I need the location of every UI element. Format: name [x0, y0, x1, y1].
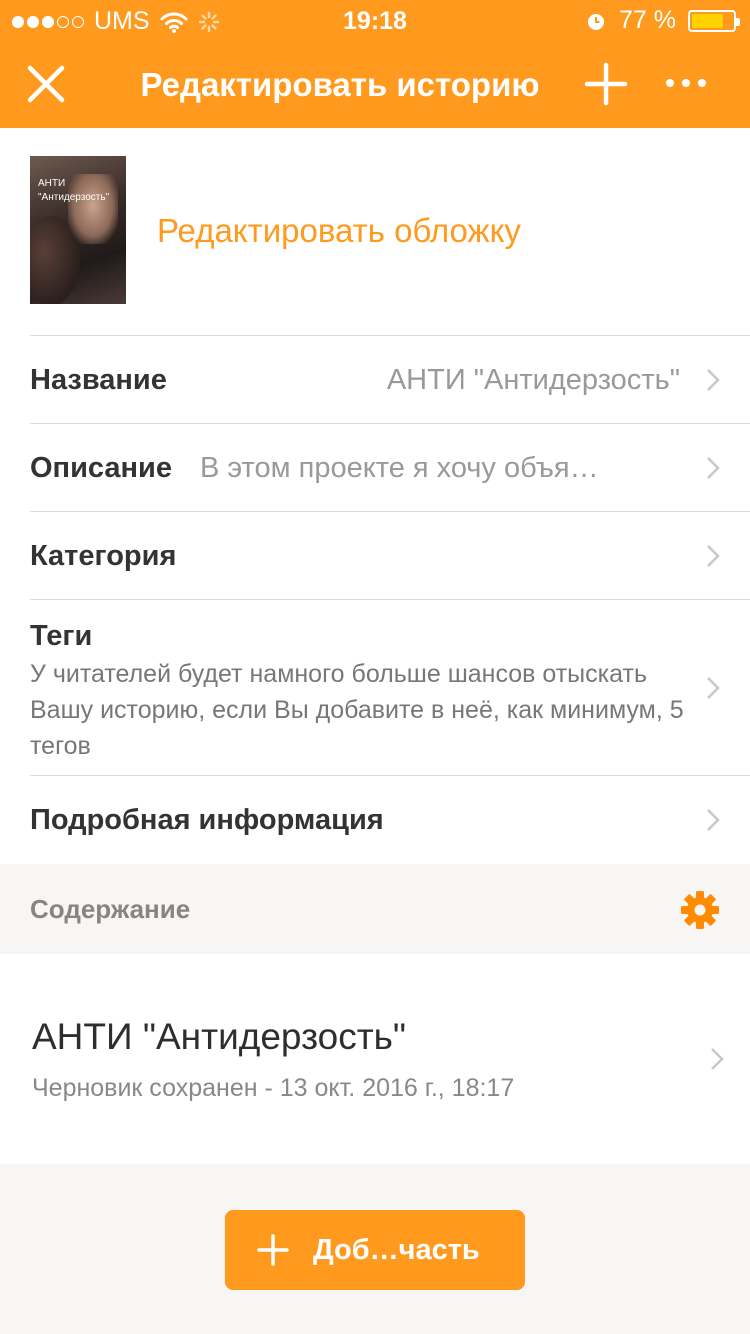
- battery-icon: [688, 9, 740, 32]
- description-value: В этом проекте я хочу объя…: [200, 452, 599, 484]
- part-status: Черновик сохранен - 13 окт. 2016 г., 18:…: [32, 1074, 515, 1102]
- contents-section-label: Содержание: [30, 894, 191, 924]
- part-title: АНТИ "Антидерзость": [32, 1016, 407, 1057]
- story-part-item[interactable]: АНТИ "Антидерзость" Черновик сохранен - …: [0, 954, 750, 1164]
- chevron-right-icon: [711, 1048, 724, 1070]
- edit-cover-link[interactable]: Редактировать обложку: [157, 212, 521, 250]
- cover-row: АНТИ "Антидерзость" Редактировать обложк…: [0, 128, 750, 335]
- gear-icon[interactable]: [680, 890, 720, 930]
- more-icon[interactable]: [664, 76, 708, 90]
- add-part-label: Доб…часть: [313, 1234, 480, 1266]
- details-label: Подробная информация: [30, 804, 384, 836]
- details-row[interactable]: Подробная информация: [30, 775, 750, 864]
- category-row[interactable]: Категория: [30, 511, 750, 599]
- description-label: Описание: [30, 452, 172, 484]
- cover-face: [68, 174, 118, 244]
- cover-image[interactable]: АНТИ "Антидерзость": [30, 156, 126, 304]
- tags-hint: У читателей будет намного больше шансов …: [30, 660, 684, 760]
- chevron-right-icon: [707, 457, 720, 479]
- description-row[interactable]: Описание В этом проекте я хочу объя…: [30, 423, 750, 511]
- page-title: Редактировать историю: [140, 66, 540, 103]
- status-right: 77 %: [585, 6, 740, 35]
- cover-text-line1: АНТИ: [38, 178, 66, 189]
- title-value: АНТИ "Антидерзость": [386, 364, 680, 396]
- contents-section-header: Содержание: [0, 864, 750, 954]
- battery-percent: 77 %: [619, 6, 676, 34]
- tags-row[interactable]: Теги У читателей будет намного больше ша…: [30, 599, 750, 775]
- plus-icon: [257, 1234, 289, 1266]
- title-label: Название: [30, 364, 167, 396]
- close-icon[interactable]: [26, 64, 66, 104]
- cover-text-line2: "Антидерзость": [38, 192, 110, 203]
- chevron-right-icon: [707, 369, 720, 391]
- chevron-right-icon: [707, 677, 720, 699]
- edit-story-screen: UMS 19:18 77 % Редактировать историю АНТ…: [0, 0, 750, 1334]
- plus-icon[interactable]: [584, 62, 628, 106]
- battery-fill: [692, 13, 723, 28]
- category-label: Категория: [30, 540, 177, 572]
- tags-label: Теги: [30, 620, 93, 652]
- add-part-button[interactable]: Доб…часть: [225, 1210, 525, 1290]
- top-bar: UMS 19:18 77 % Редактировать историю: [0, 0, 750, 128]
- status-bar: UMS 19:18 77 %: [0, 0, 750, 40]
- title-row[interactable]: Название АНТИ "Антидерзость": [30, 335, 750, 423]
- story-details-panel: АНТИ "Антидерзость" Редактировать обложк…: [0, 128, 750, 864]
- chevron-right-icon: [707, 545, 720, 567]
- alarm-clock-icon: [588, 13, 605, 30]
- navigation-bar: Редактировать историю: [0, 40, 750, 128]
- chevron-right-icon: [707, 809, 720, 831]
